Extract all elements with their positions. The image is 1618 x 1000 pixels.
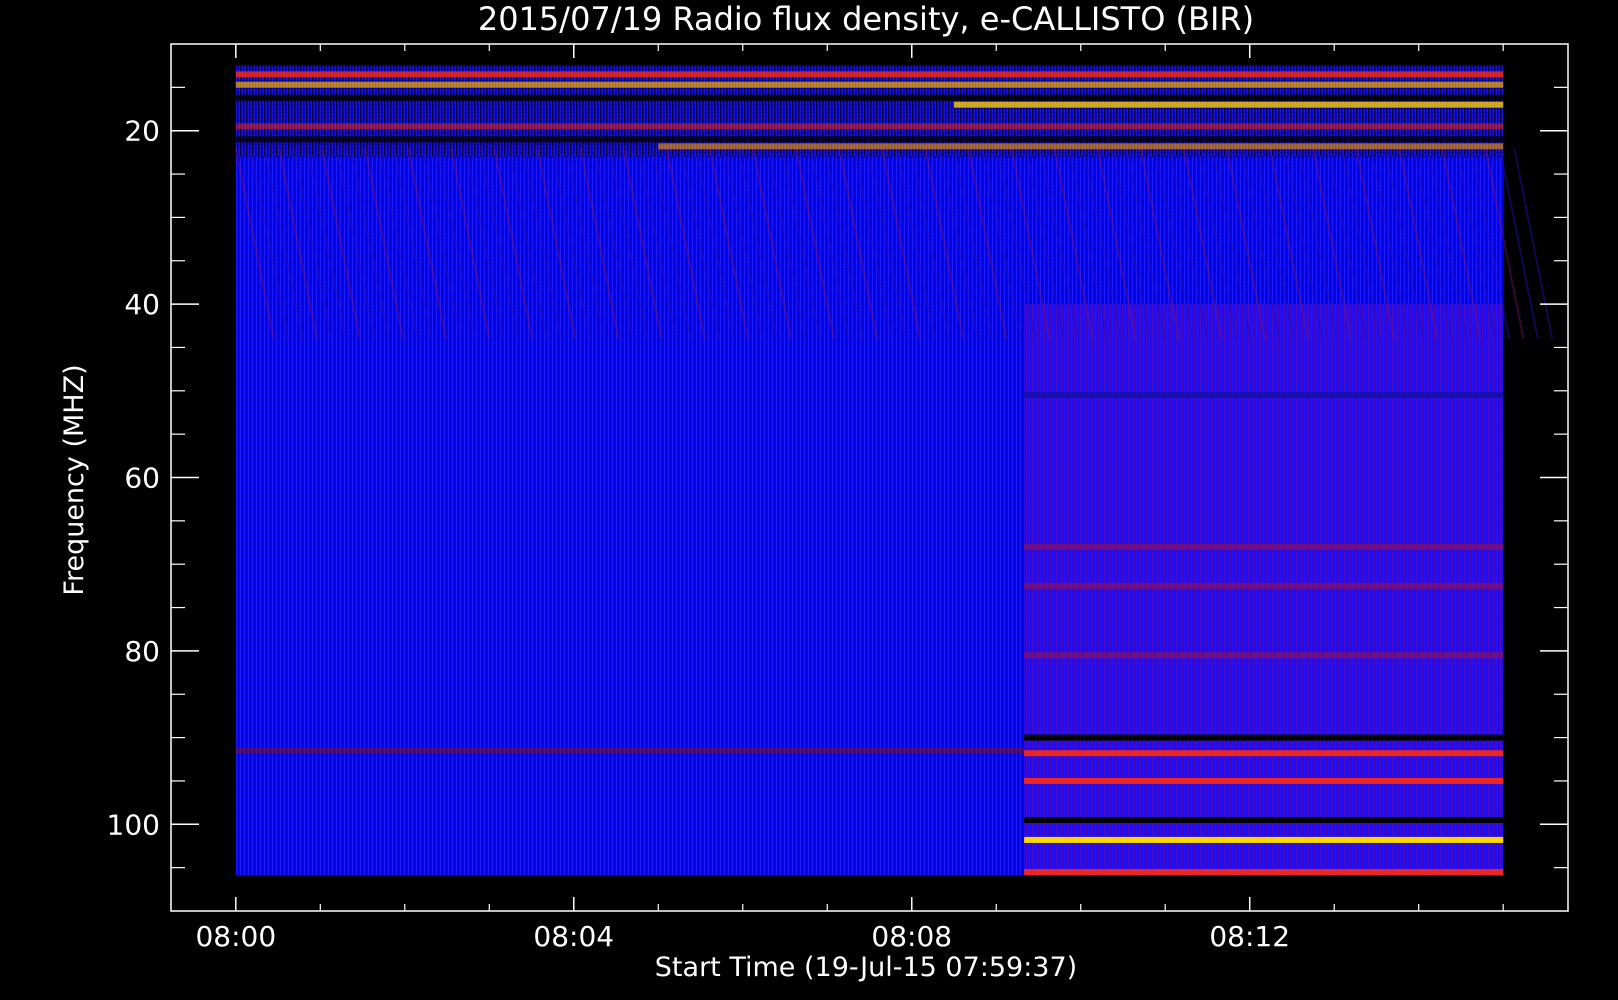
emission-band (953, 101, 1504, 108)
emission-band (235, 136, 1504, 143)
y-tick-label: 40 (124, 288, 160, 321)
x-tick-label: 08:08 (871, 920, 952, 953)
x-axis-title: Start Time (19-Jul-15 07:59:37) (655, 952, 1077, 983)
emission-band (1024, 777, 1504, 784)
emission-band (1024, 652, 1504, 659)
emission-band (1024, 582, 1504, 589)
emission-band (1024, 750, 1504, 757)
emission-band (658, 143, 1504, 150)
y-tick-label: 60 (124, 462, 160, 495)
emission-band (1024, 816, 1504, 823)
y-tick-label: 20 (124, 115, 160, 148)
emission-band (1024, 836, 1504, 843)
emission-band (1024, 734, 1504, 741)
emission-band (235, 94, 1504, 101)
y-axis-title: Frequency (MHZ) (59, 364, 90, 595)
emission-band (235, 81, 1504, 88)
x-tick-label: 08:12 (1209, 920, 1290, 953)
emission-band (235, 71, 1504, 78)
plot-area: 08:00 08:04 08:08 08:12 20 40 60 80 100 (107, 43, 1569, 953)
emission-band (1024, 392, 1504, 399)
heatmap-right-region (1024, 304, 1504, 876)
y-tick-label: 80 (124, 635, 160, 668)
emission-band (235, 747, 1025, 754)
x-tick-label: 08:04 (533, 920, 614, 953)
spectrogram-chart: 2015/07/19 Radio flux density, e-CALLIST… (59, 0, 1569, 983)
drift-streak (1513, 147, 1554, 339)
emission-band (235, 123, 1504, 130)
chart-title: 2015/07/19 Radio flux density, e-CALLIST… (478, 0, 1254, 38)
emission-band (1024, 543, 1504, 550)
x-tick-label: 08:00 (195, 920, 276, 953)
drift-streak (1498, 147, 1539, 339)
heatmap-top-region (235, 65, 1504, 157)
emission-band (1024, 868, 1504, 875)
y-tick-label: 100 (107, 808, 160, 841)
